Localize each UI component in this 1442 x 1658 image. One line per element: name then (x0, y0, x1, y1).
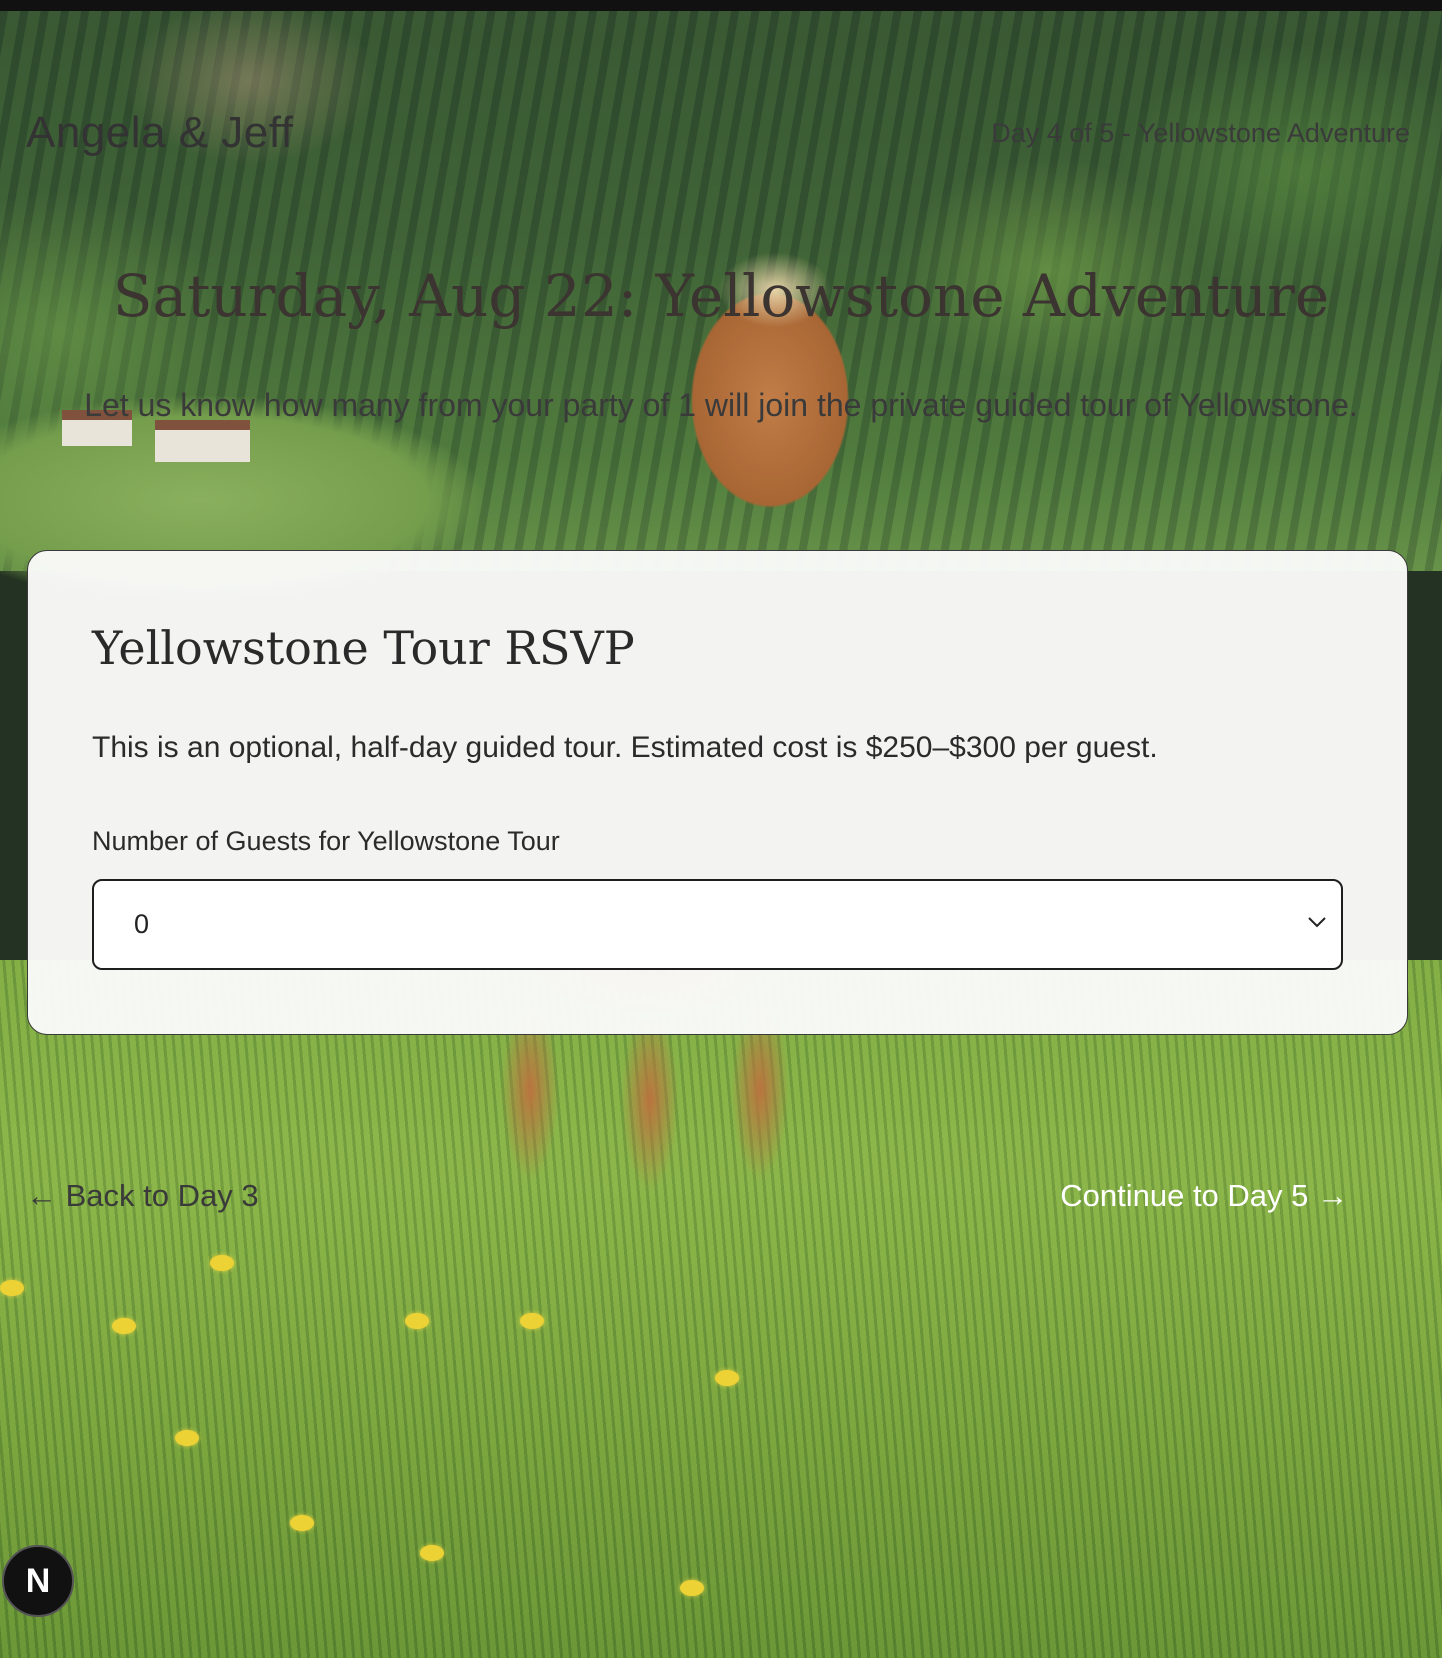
guests-select[interactable]: 0 (92, 879, 1343, 970)
chevron-down-icon (1308, 917, 1326, 928)
top-bar (0, 0, 1442, 11)
card-description: This is an optional, half-day guided tou… (92, 731, 1158, 764)
card-title: Yellowstone Tour RSVP (92, 621, 635, 675)
continue-to-day-5-link[interactable]: Continue to Day 5 → (1060, 1178, 1348, 1214)
rsvp-card: Yellowstone Tour RSVP This is an optiona… (27, 550, 1408, 1035)
guests-select-value: 0 (134, 909, 150, 939)
back-to-day-3-link[interactable]: ← Back to Day 3 (26, 1178, 259, 1214)
brand-logo[interactable]: Angela & Jeff (26, 108, 293, 158)
page-title: Saturday, Aug 22: Yellowstone Adventure (112, 262, 1330, 330)
day-indicator: Day 4 of 5 - Yellowstone Adventure (991, 118, 1410, 148)
guests-field-label: Number of Guests for Yellowstone Tour (92, 826, 560, 856)
page-subtitle: Let us know how many from your party of … (84, 387, 1358, 423)
n-badge-label: N (25, 1561, 51, 1600)
n-badge-button[interactable]: N (2, 1545, 74, 1617)
